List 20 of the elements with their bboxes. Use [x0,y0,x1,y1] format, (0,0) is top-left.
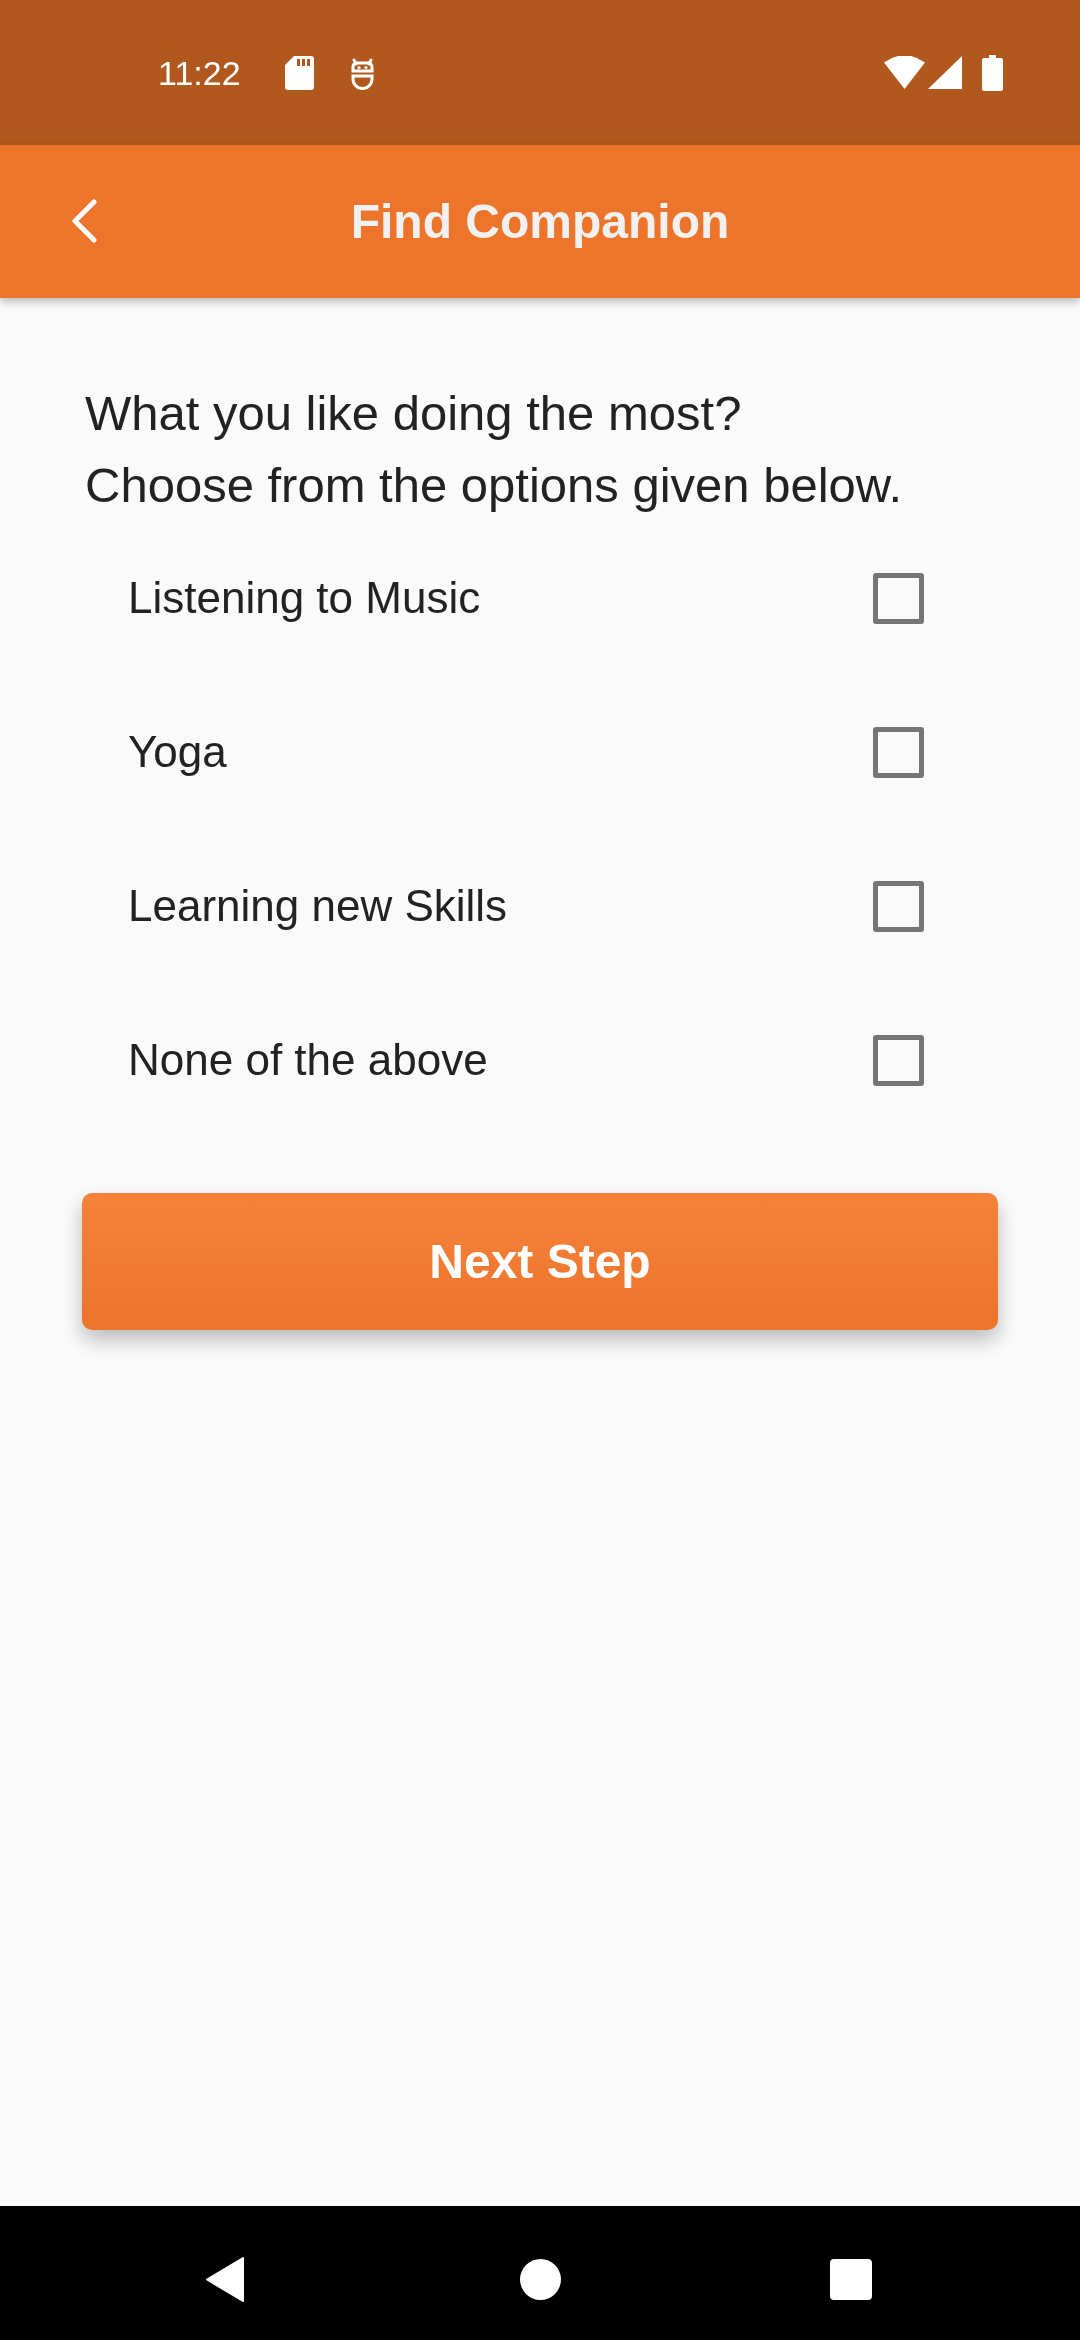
instruction-text: Choose from the options given below. [85,457,903,514]
home-icon[interactable] [520,2259,561,2300]
battery-icon [982,54,1003,91]
status-time: 11:22 [158,55,241,90]
screen-title: Find Companion [350,197,730,246]
option-label: None of the above [128,1038,488,1082]
checkbox[interactable] [873,880,924,932]
back-icon [71,199,97,243]
next-step-button[interactable]: Next Step [82,1193,998,1330]
sd-card-icon [284,55,314,90]
wifi-icon [884,56,925,89]
option-label: Learning new Skills [128,884,508,928]
back-icon[interactable] [205,2257,245,2302]
signal-icon [928,56,962,89]
option-label: Listening to Music [128,576,481,620]
checkbox[interactable] [873,572,924,624]
checkbox[interactable] [873,726,924,778]
question-text: What you like doing the most? [85,385,742,442]
option-label: Yoga [128,730,227,774]
checkbox[interactable] [873,1034,924,1086]
